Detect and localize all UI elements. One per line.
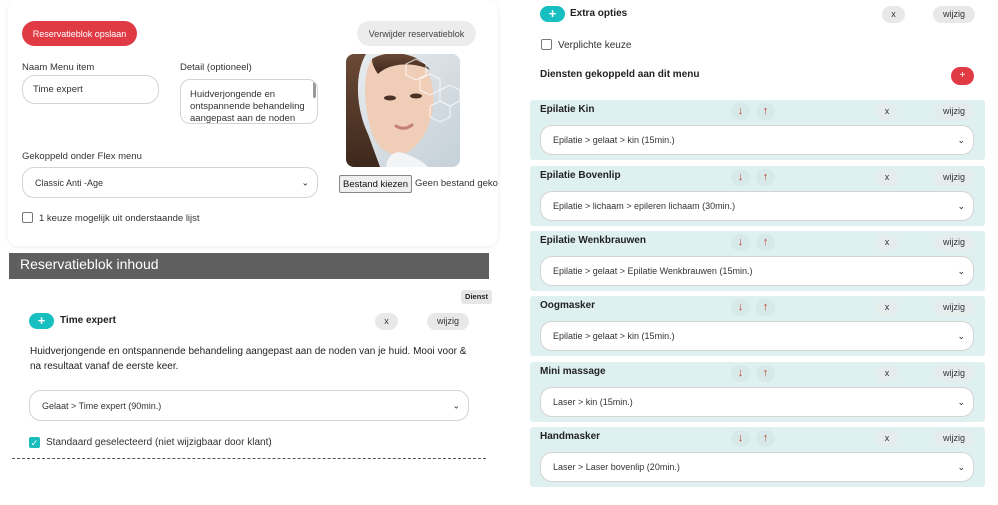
remove-service-button[interactable]: x bbox=[876, 234, 898, 251]
dienst-badge: Dienst bbox=[461, 290, 492, 304]
name-label: Naam Menu item bbox=[22, 62, 95, 73]
extra-options-title: Extra opties bbox=[570, 8, 628, 19]
move-up-arrow-icon[interactable]: ↑ bbox=[756, 430, 775, 447]
item-service-select[interactable]: Gelaat > Time expert (90min.) ⌄ bbox=[29, 390, 469, 421]
edit-service-button[interactable]: wijzig bbox=[934, 299, 974, 316]
name-input[interactable]: Time expert bbox=[22, 75, 159, 104]
service-block: Mini massage ↓ ↑ x wijzig Laser > kin (15min.… bbox=[530, 362, 985, 422]
remove-item-button[interactable]: x bbox=[375, 313, 398, 330]
remove-service-button[interactable]: x bbox=[876, 103, 898, 120]
service-title: Epilatie Bovenlip bbox=[540, 170, 621, 181]
move-up-arrow-icon[interactable]: ↑ bbox=[756, 169, 775, 186]
single-choice-checkbox[interactable] bbox=[22, 212, 33, 223]
service-select-value: Epilatie > gelaat > Epilatie Wenkbrauwen… bbox=[553, 266, 753, 276]
move-down-arrow-icon[interactable]: ↓ bbox=[731, 365, 750, 382]
service-select-value: Laser > kin (15min.) bbox=[553, 397, 633, 407]
edit-service-button[interactable]: wijzig bbox=[934, 169, 974, 186]
edit-extra-button[interactable]: wijzig bbox=[933, 6, 975, 23]
edit-service-button[interactable]: wijzig bbox=[934, 234, 974, 251]
service-block: Epilatie Wenkbrauwen ↓ ↑ x wijzig Epilatie > … bbox=[530, 231, 985, 291]
service-select-value: Epilatie > gelaat > kin (15min.) bbox=[553, 135, 675, 145]
move-down-arrow-icon[interactable]: ↓ bbox=[731, 103, 750, 120]
detail-text: Huidverjongende en ontspannende behandel… bbox=[190, 89, 305, 124]
remove-service-button[interactable]: x bbox=[876, 169, 898, 186]
chevron-down-icon: ⌄ bbox=[957, 201, 965, 211]
service-title: Epilatie Wenkbrauwen bbox=[540, 235, 646, 246]
section-divider bbox=[12, 458, 486, 459]
chevron-down-icon: ⌄ bbox=[452, 400, 460, 410]
move-up-arrow-icon[interactable]: ↑ bbox=[756, 103, 775, 120]
add-item-plus-icon[interactable]: + bbox=[29, 313, 54, 329]
service-block: Epilatie Kin ↓ ↑ x wijzig Epilatie > gelaat >… bbox=[530, 100, 985, 160]
no-file-label: Geen bestand gekozen bbox=[415, 178, 498, 189]
mandatory-choice-checkbox[interactable] bbox=[541, 39, 552, 50]
extra-options-plus-icon[interactable]: + bbox=[540, 6, 565, 22]
remove-service-button[interactable]: x bbox=[876, 430, 898, 447]
chevron-down-icon: ⌄ bbox=[301, 177, 309, 187]
edit-service-button[interactable]: wijzig bbox=[934, 103, 974, 120]
edit-item-button[interactable]: wijzig bbox=[427, 313, 469, 330]
move-down-arrow-icon[interactable]: ↓ bbox=[731, 169, 750, 186]
default-selected-checkbox[interactable]: ✓ bbox=[29, 437, 40, 448]
service-select[interactable]: Epilatie > lichaam > epileren lichaam (3… bbox=[540, 191, 974, 221]
service-select[interactable]: Laser > kin (15min.) ⌄ bbox=[540, 387, 974, 417]
chevron-down-icon: ⌄ bbox=[957, 462, 965, 472]
service-select-value: Laser > Laser bovenlip (20min.) bbox=[553, 462, 680, 472]
service-title: Oogmasker bbox=[540, 300, 596, 311]
menu-item-photo bbox=[346, 54, 460, 167]
section-title-bar: Reservatieblok inhoud bbox=[9, 253, 489, 279]
linked-services-heading: Diensten gekoppeld aan dit menu bbox=[540, 69, 700, 80]
move-down-arrow-icon[interactable]: ↓ bbox=[731, 299, 750, 316]
chevron-down-icon: ⌄ bbox=[957, 397, 965, 407]
flex-menu-label: Gekoppeld onder Flex menu bbox=[22, 151, 142, 162]
detail-textarea[interactable]: Huidverjongende en ontspannende behandel… bbox=[180, 79, 318, 124]
default-selected-label: Standaard geselecteerd (niet wijzigbaar … bbox=[46, 437, 272, 448]
service-select-value: Epilatie > lichaam > epileren lichaam (3… bbox=[553, 201, 736, 211]
item-service-value: Gelaat > Time expert (90min.) bbox=[42, 400, 162, 411]
single-choice-label: 1 keuze mogelijk uit onderstaande lijst bbox=[39, 213, 200, 224]
service-select[interactable]: Epilatie > gelaat > kin (15min.) ⌄ bbox=[540, 125, 974, 155]
move-down-arrow-icon[interactable]: ↓ bbox=[731, 234, 750, 251]
move-down-arrow-icon[interactable]: ↓ bbox=[731, 430, 750, 447]
mandatory-choice-label: Verplichte keuze bbox=[558, 40, 632, 51]
item-title: Time expert bbox=[60, 315, 116, 326]
service-select[interactable]: Epilatie > gelaat > kin (15min.) ⌄ bbox=[540, 321, 974, 351]
woman-face-image bbox=[346, 54, 460, 167]
flex-menu-value: Classic Anti -Age bbox=[35, 177, 104, 188]
service-block: Oogmasker ↓ ↑ x wijzig Epilatie > gelaat > ki… bbox=[530, 296, 985, 356]
move-up-arrow-icon[interactable]: ↑ bbox=[756, 365, 775, 382]
chevron-down-icon: ⌄ bbox=[957, 331, 965, 341]
remove-service-button[interactable]: x bbox=[876, 365, 898, 382]
choose-file-button[interactable]: Bestand kiezen bbox=[339, 175, 412, 193]
service-title: Epilatie Kin bbox=[540, 104, 595, 115]
service-block: Handmasker ↓ ↑ x wijzig Laser > Laser bovenli… bbox=[530, 427, 985, 487]
chevron-down-icon: ⌄ bbox=[957, 135, 965, 145]
move-up-arrow-icon[interactable]: ↑ bbox=[756, 299, 775, 316]
service-select[interactable]: Laser > Laser bovenlip (20min.) ⌄ bbox=[540, 452, 974, 482]
service-select[interactable]: Epilatie > gelaat > Epilatie Wenkbrauwen… bbox=[540, 256, 974, 286]
move-up-arrow-icon[interactable]: ↑ bbox=[756, 234, 775, 251]
service-title: Mini massage bbox=[540, 366, 606, 377]
add-service-button[interactable]: + bbox=[951, 67, 974, 85]
chevron-down-icon: ⌄ bbox=[957, 266, 965, 276]
item-description: Huidverjongende en ontspannende behandel… bbox=[30, 346, 467, 372]
service-block: Epilatie Bovenlip ↓ ↑ x wijzig Epilatie > lic… bbox=[530, 166, 985, 226]
edit-service-button[interactable]: wijzig bbox=[934, 365, 974, 382]
section-title: Reservatieblok inhoud bbox=[20, 256, 159, 272]
edit-service-button[interactable]: wijzig bbox=[934, 430, 974, 447]
flex-menu-select[interactable]: Classic Anti -Age ⌄ bbox=[22, 167, 318, 198]
save-reservation-button[interactable]: Reservatieblok opslaan bbox=[22, 21, 137, 46]
remove-service-button[interactable]: x bbox=[876, 299, 898, 316]
remove-extra-button[interactable]: x bbox=[882, 6, 905, 23]
check-icon: ✓ bbox=[30, 438, 39, 448]
service-select-value: Epilatie > gelaat > kin (15min.) bbox=[553, 331, 675, 341]
detail-scrollbar[interactable] bbox=[313, 82, 316, 98]
delete-reservation-button[interactable]: Verwijder reservatieblok bbox=[357, 21, 476, 46]
service-title: Handmasker bbox=[540, 431, 601, 442]
detail-label: Detail (optioneel) bbox=[180, 62, 252, 73]
